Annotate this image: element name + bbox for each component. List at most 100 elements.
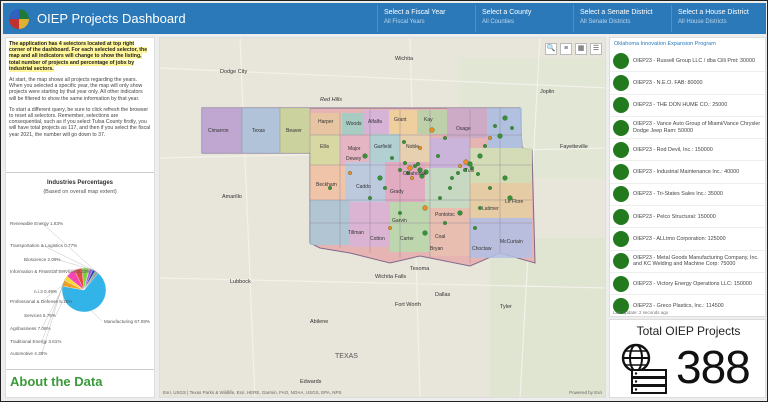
map-label-abilene: Abilene [310,319,328,325]
project-map-marker[interactable] [456,171,460,175]
house-district-selector[interactable]: Select a House District All House Distri… [671,5,766,32]
industries-chart: Industries Percentages (Based on overall… [6,178,154,370]
project-map-marker[interactable] [463,159,469,165]
project-map-marker[interactable] [443,136,447,140]
map-label-red-hills: Red Hills [320,97,342,103]
search-map-button[interactable]: 🔍 [545,43,557,55]
project-list-item[interactable]: OIEP23 - Tri-States Sales Inc.: 35000 [610,184,765,207]
info-text[interactable]: The application has 4 selectors located … [6,38,154,173]
project-list-item[interactable]: OIEP23 - Russell Group LLC / dba Cilli P… [610,50,765,73]
map-label-amarillo: Amarillo [222,194,242,200]
map-label-lubbock: Lubbock [230,279,251,285]
map-label-edwards: Edwards [300,379,322,385]
pie-slice-label: Bioscience 2.06% [24,257,61,262]
project-map-marker[interactable] [458,164,462,168]
county-cotton: Cotton [370,236,385,242]
project-map-marker[interactable] [429,127,435,133]
project-marker-icon [613,141,629,158]
senate-district-label: Select a Senate District [580,9,653,16]
project-map-marker[interactable] [368,196,372,200]
project-list-item[interactable]: OIEP23 - N.E.O. FAB: 80000 [610,72,765,95]
project-list-item[interactable]: OIEP23 - ALLtmo Corporation: 125000 [610,228,765,251]
project-map-marker[interactable] [416,162,420,166]
map-label-tuls: Tuls [465,168,475,174]
project-list-item[interactable]: OIEP23 - THE DON HUME CO.: 25000 [610,95,765,117]
project-map-marker[interactable] [438,196,442,200]
map-label-fayetteville: Fayetteville [560,144,588,150]
esri-credit[interactable]: Powered by Esri [569,390,602,395]
project-map-marker[interactable] [502,175,508,181]
county-latimer: Latimer [482,206,499,212]
pie-leader-line [41,278,66,342]
project-map-marker[interactable] [362,153,368,159]
project-map-marker[interactable] [390,156,394,160]
project-map-marker[interactable] [436,154,440,158]
left-panel: The application has 4 selectors located … [5,37,155,398]
project-map-marker[interactable] [403,161,407,165]
project-list-item[interactable]: OIEP23 - Vance Auto Group of Miami/Vance… [610,117,765,140]
project-map-marker[interactable] [422,230,428,236]
last-update-text: Last update: 2 seconds ago [613,310,669,315]
project-list-item[interactable]: OIEP23 - Metal Goods Manufacturing Compa… [610,251,765,273]
project-map-marker[interactable] [493,124,497,128]
app-logo-icon [9,9,29,29]
project-map-marker[interactable] [488,186,492,190]
project-map-marker[interactable] [398,168,402,172]
project-map-marker[interactable] [477,153,483,159]
project-map-marker[interactable] [448,186,452,190]
layers-button[interactable]: ≡ [560,43,572,55]
basemap-button[interactable]: ▦ [575,43,587,55]
pie-chart[interactable]: Manufacturing 67.08% Automotive 4.38% Trad… [6,195,154,360]
project-map-marker[interactable] [473,226,477,230]
project-list-item[interactable]: OIEP23 - Pelco Structural: 150000 [610,206,765,229]
project-map-marker[interactable] [476,172,480,176]
project-list-item[interactable]: OIEP23 - Rod Devil, Inc.: 150000 [610,139,765,162]
county-oklahoma: Oklahoma [403,171,426,177]
project-marker-icon [613,231,629,248]
project-map-marker[interactable] [443,221,447,225]
project-map-marker[interactable] [348,171,352,175]
info-paragraph-2: To start a different query, be sure to c… [9,106,151,138]
project-label: OIEP23 - Metal Goods Manufacturing Compa… [633,255,759,268]
legend-button[interactable]: ☰ [590,43,602,55]
project-map-marker[interactable] [483,144,487,148]
project-list-item[interactable]: OIEP23 - Industrial Maintenance Inc.: 40… [610,161,765,184]
map-label-wichita: Wichita [395,56,414,62]
map-canvas[interactable]: Dodge City Wichita Joplin Fayetteville R… [160,38,606,398]
senate-district-selector[interactable]: Select a Senate District All Senate Dist… [573,5,671,32]
project-map-marker[interactable] [422,205,428,211]
project-map-marker[interactable] [488,136,492,140]
info-paragraph-1: At start, the map shows all projects reg… [9,77,143,102]
county-texas: Texas [252,128,266,134]
pie-slice-label: Agribusiness 7.06% [10,326,51,331]
project-map-marker[interactable] [497,133,503,139]
kpi-title: Total OIEP Projects [636,324,741,338]
project-map-marker[interactable] [457,210,463,216]
pie-slice-label: Automotive 4.38% [10,351,47,356]
county-carter: Carter [400,236,414,242]
project-label: OIEP23 - Russell Group LLC / dba Cilli P… [633,57,755,64]
project-label: OIEP23 - ALLtmo Corporation: 125000 [633,235,726,242]
county-caddo: Caddo [356,184,371,190]
project-map-marker[interactable] [377,175,383,181]
fiscal-year-label: Select a Fiscal Year [384,9,446,16]
county-selector[interactable]: Select a County All Counties [475,5,573,32]
project-map-marker[interactable] [502,115,508,121]
project-map-marker[interactable] [398,211,402,215]
about-title: About the Data [10,374,103,389]
project-list-item[interactable]: OIEP23 - Victory Energy Operations LLC: … [610,273,765,296]
app-title: OIEP Projects Dashboard [37,11,186,26]
county-garvin: Garvin [392,218,407,224]
about-section[interactable]: About the Data [6,369,154,397]
map-view[interactable]: Dodge City Wichita Joplin Fayetteville R… [159,37,606,398]
project-map-marker[interactable] [510,126,514,130]
project-label: OIEP23 - Rod Devil, Inc.: 150000 [633,146,713,153]
fiscal-year-selector[interactable]: Select a Fiscal Year All Fiscal Years [377,5,475,32]
county-label: Select a County [482,9,532,16]
pie-slice-label: Information & Financial Services 2.33% [10,269,90,274]
project-map-marker[interactable] [383,186,387,190]
project-map-marker[interactable] [407,165,413,171]
project-map-marker[interactable] [388,226,392,230]
project-map-marker[interactable] [450,176,454,180]
county-pontotoc: Pontotoc [435,212,455,218]
